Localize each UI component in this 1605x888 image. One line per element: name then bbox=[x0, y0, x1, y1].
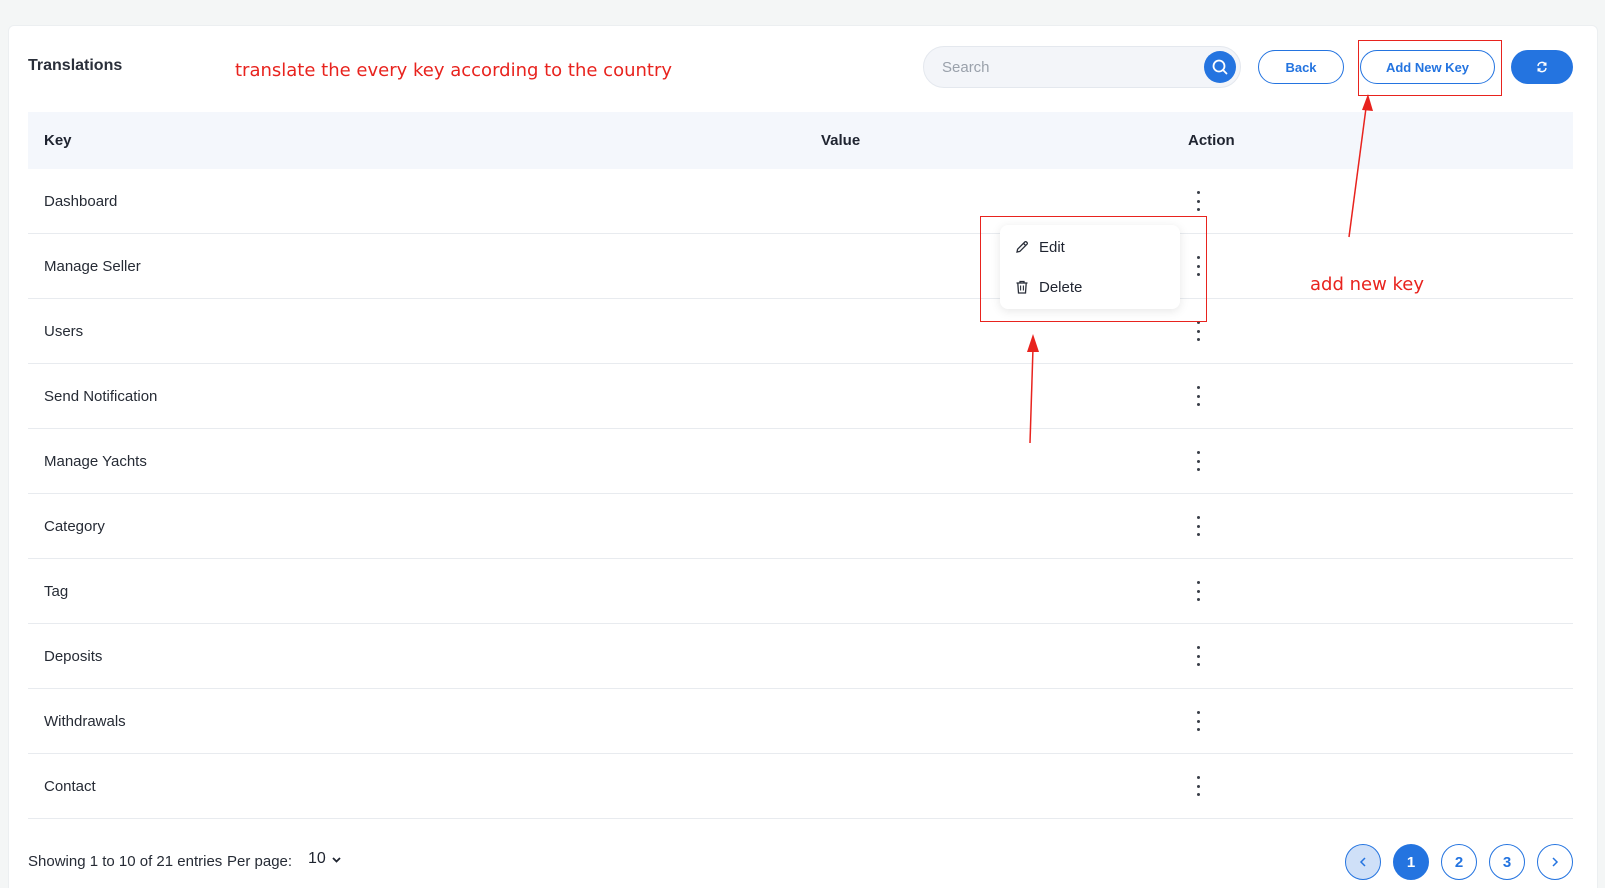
translations-table: Key Value Action Dashboard Manage Seller… bbox=[28, 112, 1573, 819]
row-key: Manage Yachts bbox=[44, 453, 147, 470]
row-key: Tag bbox=[44, 583, 69, 600]
row-key: Deposits bbox=[44, 648, 103, 665]
table-row: Deposits bbox=[28, 624, 1573, 689]
pagination-prev-button[interactable] bbox=[1345, 844, 1381, 880]
entries-summary: Showing 1 to 10 of 21 entries bbox=[28, 853, 223, 870]
table-row: Contact bbox=[28, 754, 1573, 819]
table-row: Withdrawals bbox=[28, 689, 1573, 754]
row-key: Dashboard bbox=[44, 193, 118, 210]
back-button[interactable]: Back bbox=[1258, 50, 1344, 84]
refresh-button[interactable] bbox=[1511, 50, 1573, 84]
more-actions-icon[interactable] bbox=[1190, 384, 1206, 408]
annotation-box-action-menu bbox=[980, 216, 1207, 322]
column-value: Value bbox=[821, 132, 861, 149]
row-key: Send Notification bbox=[44, 388, 158, 405]
table-row: Users bbox=[28, 299, 1573, 364]
search-input[interactable] bbox=[942, 47, 1192, 87]
row-key: Withdrawals bbox=[44, 713, 126, 730]
table-row: Manage Yachts bbox=[28, 429, 1573, 494]
chevron-left-icon bbox=[1359, 857, 1366, 867]
more-actions-icon[interactable] bbox=[1190, 774, 1206, 798]
column-action: Action bbox=[1188, 132, 1235, 149]
annotation-translate-note: translate the every key according to the… bbox=[235, 60, 673, 81]
more-actions-icon[interactable] bbox=[1190, 579, 1206, 603]
table-row: Dashboard bbox=[28, 169, 1573, 234]
search-button[interactable] bbox=[1204, 51, 1236, 83]
chevron-down-icon bbox=[332, 856, 341, 863]
annotation-box-add-key bbox=[1358, 40, 1502, 96]
page-title: Translations bbox=[28, 57, 123, 74]
more-actions-icon[interactable] bbox=[1190, 644, 1206, 668]
pagination-page-1[interactable]: 1 bbox=[1393, 844, 1429, 880]
search-icon bbox=[1212, 59, 1228, 75]
per-page-label: Per page: bbox=[227, 853, 293, 870]
row-key: Contact bbox=[44, 778, 96, 795]
more-actions-icon[interactable] bbox=[1190, 709, 1206, 733]
search-box bbox=[923, 46, 1241, 88]
annotation-add-key-note: add new key bbox=[1310, 274, 1425, 295]
column-key: Key bbox=[44, 132, 72, 149]
row-key: Manage Seller bbox=[44, 258, 141, 275]
refresh-icon bbox=[1537, 61, 1547, 73]
table-row: Category bbox=[28, 494, 1573, 559]
per-page-select[interactable]: 10 bbox=[308, 850, 342, 868]
pagination-next-button[interactable] bbox=[1537, 844, 1573, 880]
per-page-value: 10 bbox=[308, 850, 326, 867]
pagination-page-2[interactable]: 2 bbox=[1441, 844, 1477, 880]
table-row: Send Notification bbox=[28, 364, 1573, 429]
chevron-right-icon bbox=[1552, 857, 1559, 867]
row-key: Users bbox=[44, 323, 84, 340]
more-actions-icon[interactable] bbox=[1190, 449, 1206, 473]
pagination-page-3[interactable]: 3 bbox=[1489, 844, 1525, 880]
more-actions-icon[interactable] bbox=[1190, 189, 1206, 213]
table-header: Key Value Action bbox=[28, 112, 1573, 169]
row-key: Category bbox=[44, 518, 105, 535]
more-actions-icon[interactable] bbox=[1190, 514, 1206, 538]
more-actions-icon[interactable] bbox=[1190, 319, 1206, 343]
table-row: Tag bbox=[28, 559, 1573, 624]
